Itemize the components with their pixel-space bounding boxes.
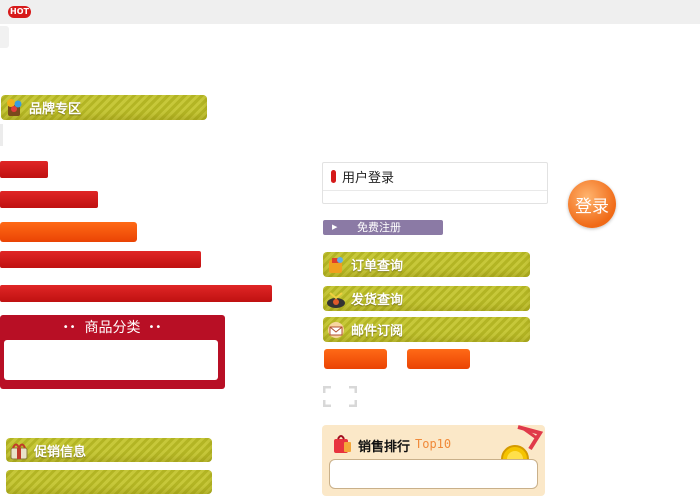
shopping-bag-icon <box>330 431 354 455</box>
play-arrow-icon: ▶ <box>332 223 338 231</box>
promo-content-bar[interactable] <box>6 470 212 494</box>
category-dots-right: •• <box>148 321 163 333</box>
login-box: 用户登录 <box>322 162 548 204</box>
register-button[interactable]: ▶ 免费注册 <box>323 220 443 235</box>
order-query-label: 订单查询 <box>351 259 404 274</box>
brand-bar[interactable] <box>0 251 201 268</box>
orange-action-button[interactable] <box>324 349 387 369</box>
mail-subscribe-label: 邮件订阅 <box>351 324 404 339</box>
brand-bag-icon <box>3 97 25 119</box>
gift-icon <box>8 439 30 461</box>
sales-ranking-title: 销售排行 <box>358 440 411 455</box>
brand-bar[interactable] <box>0 161 48 178</box>
brand-bar-highlight[interactable] <box>0 222 137 242</box>
brand-bar[interactable] <box>0 285 272 302</box>
image-placeholder-icon <box>322 385 358 408</box>
category-title: •• 商品分类 •• <box>0 315 225 339</box>
register-label: 免费注册 <box>357 221 401 234</box>
order-query-link[interactable]: 订单查询 <box>323 252 530 277</box>
promo-section-header[interactable]: 促销信息 <box>6 438 212 462</box>
login-title: 用户登录 <box>342 171 395 186</box>
category-dots-left: •• <box>62 321 77 333</box>
category-box: •• 商品分类 •• <box>0 315 225 389</box>
brand-section-header[interactable]: 品牌专区 <box>1 95 207 120</box>
shipping-query-link[interactable]: 发货查询 <box>323 286 530 311</box>
hot-badge: HOT <box>8 6 31 18</box>
sales-ranking-box: 销售排行 Top10 <box>322 425 545 496</box>
login-header: 用户登录 <box>323 163 547 191</box>
category-content <box>4 340 218 380</box>
login-marker-icon <box>331 170 336 183</box>
login-button[interactable]: 登录 <box>568 180 616 228</box>
top-bar <box>0 0 700 24</box>
brand-side-line <box>0 124 3 146</box>
brand-section-title: 品牌专区 <box>29 102 82 117</box>
shipping-query-label: 发货查询 <box>351 293 404 308</box>
brand-bar[interactable] <box>0 191 98 208</box>
order-bag-icon <box>325 254 347 276</box>
shipping-icon <box>325 288 347 310</box>
sales-ranking-subtitle: Top10 <box>415 437 452 451</box>
left-tab-stub <box>0 26 9 48</box>
category-title-text: 商品分类 <box>84 320 141 336</box>
mail-subscribe-link[interactable]: 邮件订阅 <box>323 317 530 342</box>
sales-ranking-content <box>329 459 538 489</box>
mail-icon <box>325 319 347 341</box>
orange-action-button[interactable] <box>407 349 470 369</box>
promo-section-title: 促销信息 <box>34 444 87 460</box>
